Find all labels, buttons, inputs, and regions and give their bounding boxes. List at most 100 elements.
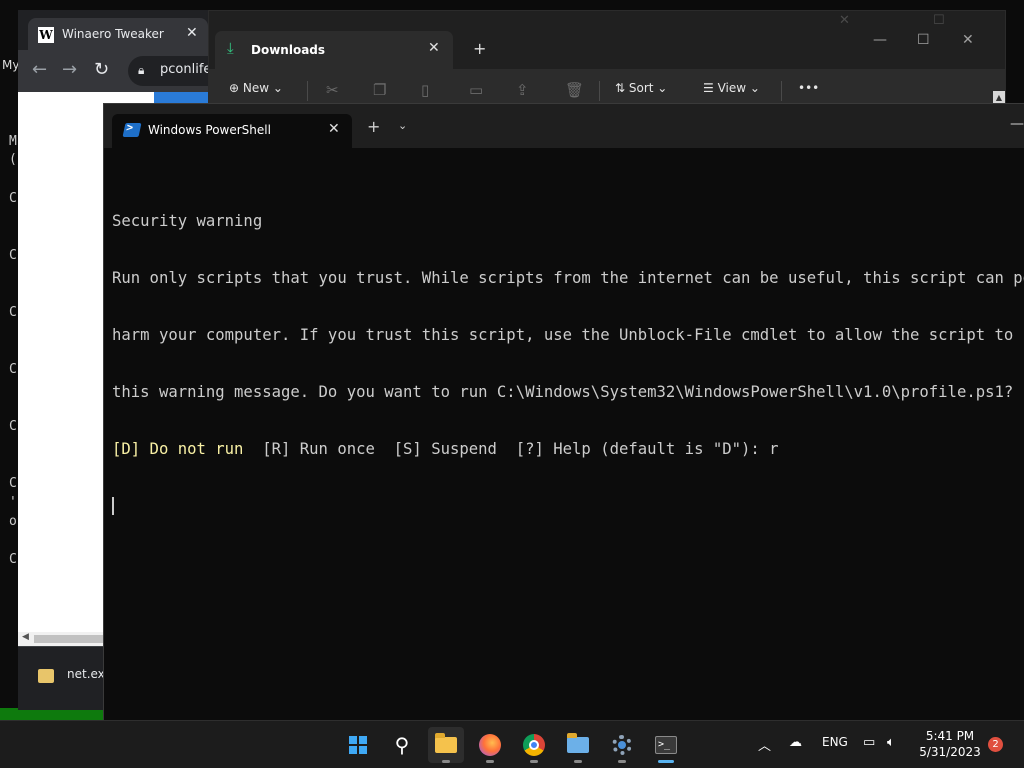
download-icon: ⤓: [227, 39, 234, 57]
background-char: C: [9, 191, 17, 206]
maximize-icon[interactable]: ☐: [917, 32, 930, 48]
background-window-edge: My M ( C C C C C C ' o C: [0, 0, 20, 720]
terminal-tab-powershell[interactable]: > Windows PowerShell ✕: [112, 114, 352, 148]
language-indicator[interactable]: ENG: [822, 735, 848, 749]
sort-button[interactable]: ⇅ Sort ⌄: [615, 81, 667, 95]
console-input-line[interactable]: [112, 497, 1024, 516]
taskbar-file-explorer[interactable]: [428, 727, 464, 763]
running-indicator: [442, 760, 450, 763]
background-char: (: [9, 152, 17, 167]
taskbar-settings[interactable]: [604, 727, 640, 763]
running-indicator: [530, 760, 538, 763]
minimize-icon[interactable]: —: [873, 32, 887, 48]
divider: [781, 81, 782, 101]
view-button[interactable]: ☰ View ⌄: [703, 81, 760, 95]
network-icon[interactable]: ▭: [863, 735, 875, 750]
explorer-tab-title: Downloads: [251, 43, 326, 57]
chevron-up-icon[interactable]: ︿: [758, 735, 771, 754]
cut-icon[interactable]: ✂: [326, 81, 339, 99]
terminal-icon: >_: [655, 736, 677, 754]
close-icon[interactable]: ✕: [428, 40, 440, 56]
close-icon[interactable]: ✕: [186, 25, 198, 41]
clock-date: 5/31/2023: [919, 745, 981, 759]
start-button[interactable]: [340, 727, 376, 763]
background-close-icon: ✕: [839, 13, 850, 28]
default-choice: [D] Do not run: [112, 440, 244, 458]
volume-icon[interactable]: 🔈︎: [887, 735, 895, 750]
divider: [307, 81, 308, 101]
plus-circle-icon: ⊕: [229, 81, 243, 95]
terminal-titlebar: > Windows PowerShell ✕ + ⌄ —: [104, 104, 1024, 148]
browser-toolbar: ← → ↻ 🔒︎ pconlife: [18, 50, 228, 92]
close-icon[interactable]: ✕: [328, 121, 340, 137]
console-line: Run only scripts that you trust. While s…: [112, 269, 1024, 287]
running-indicator: [486, 760, 494, 763]
taskbar: ⚲ >_ ︿ ☁ ENG ▭ 🔈︎ 5:41 PM 5/31/2023 2: [0, 720, 1024, 768]
powershell-icon: >: [122, 121, 142, 137]
new-button-label: New: [242, 81, 270, 95]
window-close-icon[interactable]: ✕: [962, 32, 974, 48]
share-icon[interactable]: ⇪: [516, 81, 529, 99]
reload-icon[interactable]: ↻: [94, 59, 109, 80]
explorer-tab-downloads[interactable]: ⤓ Downloads ✕: [215, 31, 453, 69]
background-char: C: [9, 419, 17, 434]
browser-tab-winaero[interactable]: W Winaero Tweaker ✕: [28, 18, 208, 50]
new-button[interactable]: ⊕ New ⌄: [229, 81, 283, 95]
taskbar-terminal[interactable]: >_: [648, 727, 684, 763]
console-line: this warning message. Do you want to run…: [112, 383, 1014, 401]
copy-icon[interactable]: ❐: [373, 81, 386, 99]
chevron-down-icon[interactable]: ⌄: [398, 119, 407, 132]
background-char: C: [9, 362, 17, 377]
cloud-offline-icon[interactable]: ☁: [789, 735, 802, 750]
taskbar-image-viewer[interactable]: [560, 727, 596, 763]
sort-button-label: Sort: [628, 81, 654, 95]
back-arrow-icon[interactable]: ←: [32, 59, 47, 80]
background-char: C: [9, 305, 17, 320]
delete-icon[interactable]: 🗑︎: [565, 81, 584, 99]
minimize-icon[interactable]: —: [1010, 116, 1024, 132]
running-indicator: [574, 760, 582, 763]
address-bar-url: pconlife: [160, 62, 212, 77]
gear-icon: [612, 735, 632, 755]
view-button-label: View: [717, 81, 747, 95]
new-tab-plus-icon[interactable]: +: [367, 117, 380, 136]
search-button[interactable]: ⚲: [384, 727, 420, 763]
file-icon: [38, 669, 54, 683]
search-icon: ⚲: [394, 733, 410, 757]
new-tab-plus-icon[interactable]: +: [473, 39, 486, 58]
file-explorer-window[interactable]: ✕ ☐ ⤓ Downloads ✕ + — ☐ ✕ ⊕ New ⌄ ✂ ❐ ▯ …: [208, 10, 1006, 111]
explorer-titlebar: ✕ ☐ ⤓ Downloads ✕ + — ☐ ✕: [209, 11, 1005, 69]
browser-tab-title: Winaero Tweaker: [62, 27, 164, 41]
running-indicator: [618, 760, 626, 763]
terminal-tab-title: Windows PowerShell: [148, 123, 271, 137]
chrome-icon: [523, 734, 545, 756]
scroll-left-icon[interactable]: ◀: [22, 632, 29, 642]
divider: [599, 81, 600, 101]
view-list-icon: ☰: [703, 81, 718, 95]
taskbar-firefox[interactable]: [472, 727, 508, 763]
background-char: o: [9, 514, 17, 529]
paste-icon[interactable]: ▯: [421, 81, 429, 99]
winaero-favicon-icon: W: [38, 27, 54, 43]
terminal-window[interactable]: > Windows PowerShell ✕ + ⌄ — Security wa…: [103, 103, 1024, 720]
active-indicator: [658, 760, 674, 763]
system-clock[interactable]: 5:41 PM 5/31/2023: [918, 728, 982, 760]
firefox-icon: [479, 734, 501, 756]
background-char: C: [9, 476, 17, 491]
lock-icon: 🔒︎: [138, 63, 145, 77]
console-output[interactable]: Security warning Run only scripts that y…: [112, 174, 1024, 554]
forward-arrow-icon[interactable]: →: [62, 59, 77, 80]
background-char: C: [9, 552, 17, 567]
clock-time: 5:41 PM: [925, 729, 975, 743]
notification-badge[interactable]: 2: [988, 737, 1003, 752]
rename-icon[interactable]: ▭: [469, 81, 483, 99]
taskbar-chrome[interactable]: [516, 727, 552, 763]
sort-icon: ⇅: [615, 81, 629, 95]
console-prompt-line: [D] Do not run [R] Run once [S] Suspend …: [112, 440, 1024, 459]
background-char: ': [9, 495, 17, 510]
background-maximize-icon: ☐: [933, 13, 945, 28]
background-label: My: [2, 58, 20, 72]
background-char: M: [9, 134, 17, 149]
console-line: harm your computer. If you trust this sc…: [112, 326, 1024, 344]
more-options-button[interactable]: •••: [798, 81, 819, 95]
